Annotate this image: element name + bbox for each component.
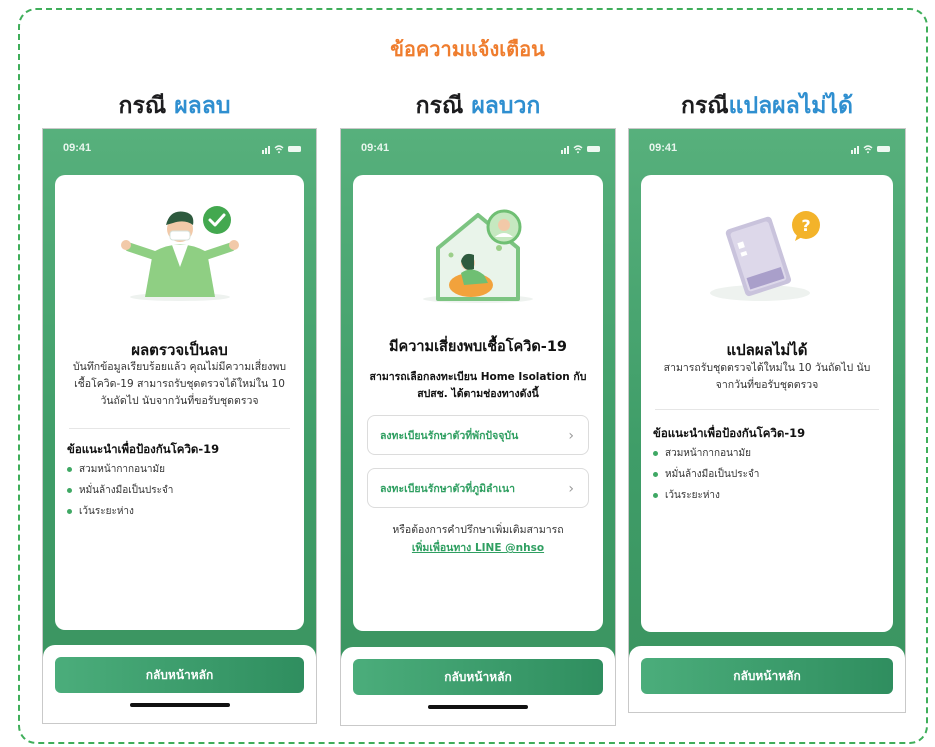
option-label: ลงทะเบียนรักษาตัวที่ภูมิลำเนา [380, 483, 515, 495]
home-indicator [129, 703, 230, 707]
bottom-sheet: กลับหน้าหลัก [629, 646, 905, 712]
status-time: 09:41 [361, 142, 390, 154]
battery-icon [288, 146, 301, 152]
status-time: 09:41 [63, 142, 92, 154]
home-button[interactable]: กลับหน้าหลัก [55, 657, 304, 693]
bottom-sheet: กลับหน้าหลัก [43, 645, 316, 723]
chevron-right-icon: › [568, 481, 574, 497]
list-item: เว้นระยะห่าง [653, 485, 883, 506]
line-add-friend-link[interactable]: เพิ่มเพื่อนทาง LINE @nhso [412, 542, 544, 554]
status-time: 09:41 [649, 142, 678, 154]
phone-inconclusive: 09:41 ? แปลผลไม่ได้ สามารถรับชุดตรวจได้ใ [628, 128, 906, 713]
list-item: หมั่นล้างมือเป็นประจำ [67, 480, 294, 501]
wifi-icon [274, 145, 284, 151]
wifi-icon [573, 145, 583, 151]
advice-title: ข้อแนะนำเพื่อป้องกันโควิด-19 [653, 426, 806, 440]
register-current-residence-option[interactable]: ลงทะเบียนรักษาตัวที่พักปัจจุบัน › [367, 415, 589, 455]
divider [655, 409, 879, 410]
result-card: ผลตรวจเป็นลบ บันทึกข้อมูลเรียบร้อยแล้ว ค… [55, 175, 304, 630]
card-subtitle: สามารถเลือกลงทะเบียน Home Isolation กับ … [369, 371, 587, 400]
bottom-sheet: กลับหน้าหลัก [341, 647, 615, 725]
option-label: ลงทะเบียนรักษาตัวที่พักปัจจุบัน [380, 430, 519, 442]
divider [69, 428, 290, 429]
register-hometown-option[interactable]: ลงทะเบียนรักษาตัวที่ภูมิลำเนา › [367, 468, 589, 508]
list-item: เว้นระยะห่าง [67, 501, 294, 522]
status-icons [851, 145, 890, 154]
battery-icon [587, 146, 600, 152]
signal-icon [561, 146, 569, 154]
status-bar: 09:41 [63, 142, 302, 158]
column-title-highlight: ผลลบ [174, 93, 231, 119]
card-body: สามารถรับชุดตรวจได้ใหม่ใน 10 วันถัดไป นั… [663, 362, 871, 391]
home-isolation-illustration [423, 209, 533, 303]
card-body: บันทึกข้อมูลเรียบร้อยแล้ว คุณไม่มีความเส… [72, 361, 287, 407]
home-button[interactable]: กลับหน้าหลัก [641, 658, 893, 694]
list-item: สวมหน้ากากอนามัย [67, 459, 294, 480]
column-title-inconclusive: กรณีแปลผลไม่ได้ [628, 88, 906, 124]
status-icons [561, 145, 600, 154]
list-item: หมั่นล้างมือเป็นประจำ [653, 464, 883, 485]
check-circle-icon [202, 206, 231, 234]
chevron-right-icon: › [568, 428, 574, 444]
phone-positive: 09:41 มีความเสี่ยงพบเชื้อโควิด-19 สามารถ… [340, 128, 616, 726]
column-title-highlight: ผลบวก [471, 93, 541, 119]
question-bubble-icon: ? [792, 211, 820, 241]
home-button[interactable]: กลับหน้าหลัก [353, 659, 603, 695]
svg-text:?: ? [801, 216, 810, 235]
home-indicator [428, 705, 528, 709]
column-title-positive: กรณี ผลบวก [340, 88, 616, 124]
column-title-prefix: กรณี [415, 93, 464, 119]
advice-title: ข้อแนะนำเพื่อป้องกันโควิด-19 [67, 442, 220, 456]
advice-list: สวมหน้ากากอนามัย หมั่นล้างมือเป็นประจำ เ… [653, 443, 883, 506]
column-title-prefix: กรณี [118, 93, 167, 119]
column-title-negative: กรณี ผลลบ [42, 88, 307, 124]
list-item: สวมหน้ากากอนามัย [653, 443, 883, 464]
result-card: ? แปลผลไม่ได้ สามารถรับชุดตรวจได้ใหม่ใน … [641, 175, 893, 632]
signal-icon [262, 146, 270, 154]
column-title-highlight: แปลผลไม่ได้ [728, 93, 853, 119]
battery-icon [877, 146, 890, 152]
consult-text: หรือต้องการคำปรึกษาเพิ่มเติมสามารถ [392, 524, 564, 536]
result-card: มีความเสี่ยงพบเชื้อโควิด-19 สามารถเลือกล… [353, 175, 603, 631]
card-title: มีความเสี่ยงพบเชื้อโควิด-19 [389, 339, 567, 355]
status-icons [262, 145, 301, 154]
card-title: แปลผลไม่ได้ [726, 341, 808, 359]
phone-negative: 09:41 ผลตรวจเป็นลบ บันทึกข้อมูลเรียบร้อย… [42, 128, 317, 724]
advice-list: สวมหน้ากากอนามัย หมั่นล้างมือเป็นประจำ เ… [67, 459, 294, 522]
status-bar: 09:41 [649, 142, 891, 158]
wifi-icon [863, 145, 873, 151]
column-title-prefix: กรณี [681, 93, 729, 119]
signal-icon [851, 146, 859, 154]
status-bar: 09:41 [361, 142, 601, 158]
page-title: ข้อความแจ้งเตือน [390, 37, 545, 61]
